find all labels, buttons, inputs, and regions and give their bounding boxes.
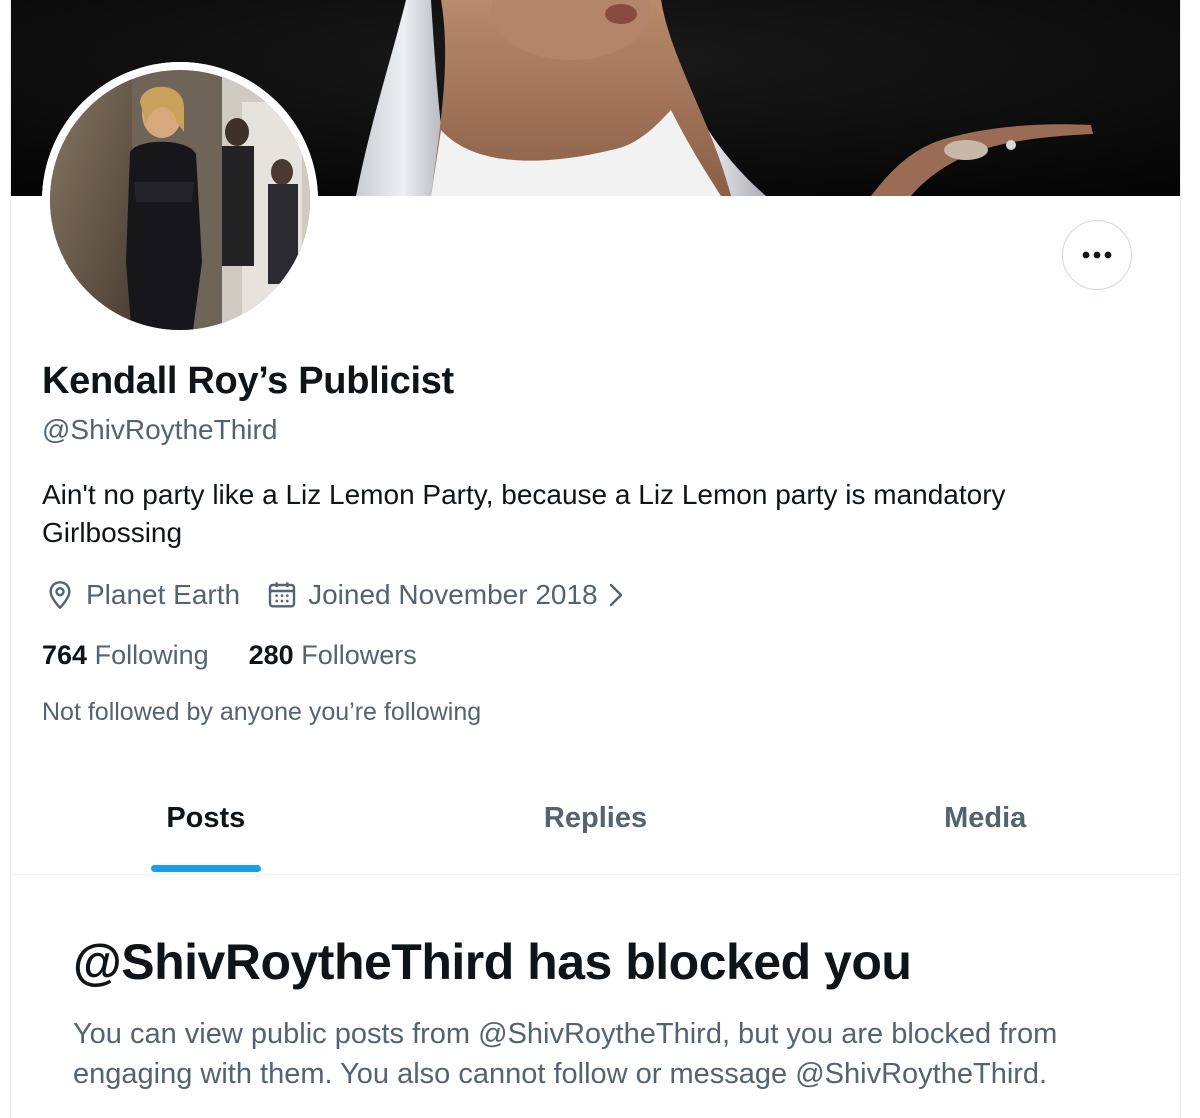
more-dots-icon xyxy=(1082,251,1112,259)
followers-count: 280 xyxy=(248,640,294,670)
profile-bio: Ain't no party like a Liz Lemon Party, b… xyxy=(42,476,1132,552)
profile-tabs: Posts Replies Media xyxy=(11,770,1180,875)
followers-label: Followers xyxy=(301,640,417,670)
tab-label: Replies xyxy=(543,802,648,834)
tab-label: Media xyxy=(944,802,1027,834)
profile-follow-counts: 764 Following 280 Followers xyxy=(42,640,417,671)
blocked-message: You can view public posts from @ShivRoyt… xyxy=(73,1014,1153,1094)
bio-line: Ain't no party like a Liz Lemon Party, b… xyxy=(42,479,1006,510)
tab-posts[interactable]: Posts xyxy=(11,770,401,874)
location-pin-icon xyxy=(49,581,71,610)
profile-display-name: Kendall Roy’s Publicist xyxy=(42,360,454,402)
joined-text: Joined November 2018 xyxy=(308,579,598,610)
followers-link[interactable]: 280 Followers xyxy=(249,640,417,671)
active-tab-indicator xyxy=(150,865,261,872)
profile-handle: @ShivRoytheThird xyxy=(42,414,278,445)
profile-meta: Planet Earth Joined November 2018 xyxy=(44,576,626,614)
tab-label: Posts xyxy=(166,802,246,834)
tab-media[interactable]: Media xyxy=(790,770,1180,874)
blocked-message-line: engaging with them. You also cannot foll… xyxy=(73,1058,1048,1090)
tab-replies[interactable]: Replies xyxy=(401,770,791,874)
following-label: Following xyxy=(94,640,209,670)
location-text: Planet Earth xyxy=(86,579,241,610)
bio-line: Girlbossing xyxy=(42,517,183,548)
mutual-followers-note: Not followed by anyone you’re following xyxy=(42,698,482,726)
profile-location: Planet Earth xyxy=(44,579,240,611)
chevron-right-icon xyxy=(609,583,622,607)
following-count: 764 xyxy=(42,640,88,670)
calendar-icon xyxy=(268,582,296,608)
following-link[interactable]: 764 Following xyxy=(42,640,209,671)
more-options-button[interactable] xyxy=(1062,220,1132,290)
blocked-title: @ShivRoytheThird has blocked you xyxy=(73,934,912,990)
profile-avatar[interactable] xyxy=(42,62,318,338)
profile-joined-date[interactable]: Joined November 2018 xyxy=(266,579,626,611)
blocked-message-line: You can view public posts from @ShivRoyt… xyxy=(73,1018,1058,1050)
